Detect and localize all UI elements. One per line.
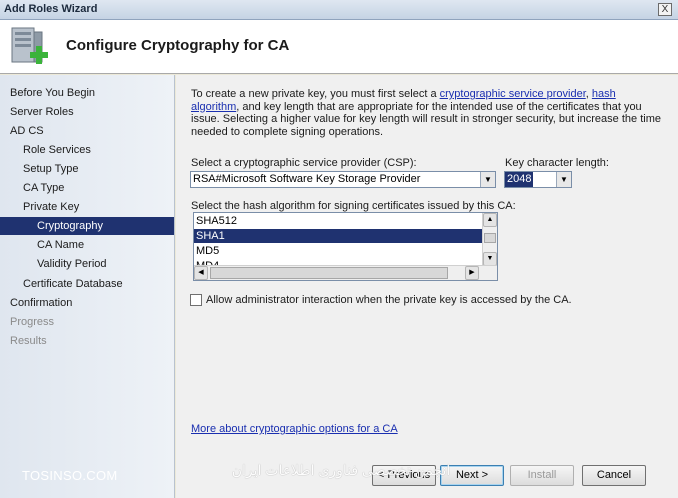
key-length-label: Key character length: <box>505 157 609 169</box>
title-bar: Add Roles Wizard X <box>0 0 678 20</box>
intro-text-part1: To create a new private key, you must fi… <box>191 88 440 100</box>
sidebar-item-ad-cs[interactable]: AD CS <box>10 122 44 140</box>
sidebar-item-before-you-begin[interactable]: Before You Begin <box>10 84 95 102</box>
server-add-icon <box>11 27 48 64</box>
intro-text-part3: , and key length that are appropriate fo… <box>191 100 661 138</box>
sidebar-item-certificate-database[interactable]: Certificate Database <box>23 275 123 293</box>
chevron-down-icon[interactable]: ▼ <box>556 172 571 187</box>
hash-algorithm-list[interactable]: SHA512 SHA1 MD5 MD4 ▲ ▼ ◀ ▶ <box>193 212 498 281</box>
close-button[interactable]: X <box>658 3 672 16</box>
key-length-value: 2048 <box>505 172 534 187</box>
sidebar-item-role-services[interactable]: Role Services <box>23 141 91 159</box>
scroll-left-icon[interactable]: ◀ <box>194 266 208 280</box>
sidebar-item-cryptography[interactable]: Cryptography <box>0 217 174 235</box>
sidebar-item-setup-type[interactable]: Setup Type <box>23 160 78 178</box>
list-item[interactable]: SHA512 <box>194 214 482 228</box>
chevron-down-icon[interactable]: ▼ <box>480 172 495 187</box>
list-item[interactable]: MD5 <box>194 244 482 258</box>
sidebar-item-server-roles[interactable]: Server Roles <box>10 103 74 121</box>
key-length-dropdown[interactable]: 2048 ▼ <box>504 171 572 188</box>
sidebar-item-validity-period[interactable]: Validity Period <box>37 255 107 273</box>
scroll-down-icon[interactable]: ▼ <box>483 252 497 266</box>
wizard-header: Configure Cryptography for CA <box>0 20 678 74</box>
scroll-right-icon[interactable]: ▶ <box>465 266 479 280</box>
watermark-left: TOSINSO.COM <box>22 468 118 483</box>
sidebar-item-progress: Progress <box>10 316 55 328</box>
more-about-crypto-link[interactable]: More about cryptographic options for a C… <box>191 423 398 435</box>
scroll-thumb[interactable] <box>484 233 496 243</box>
scroll-thumb[interactable] <box>210 267 448 279</box>
allow-interaction-label[interactable]: Allow administrator interaction when the… <box>206 294 572 306</box>
sidebar-item-confirmation[interactable]: Confirmation <box>10 294 72 312</box>
window-title: Add Roles Wizard <box>4 3 98 15</box>
install-button: Install <box>510 465 574 486</box>
csp-help-link[interactable]: cryptographic service provider <box>440 88 586 100</box>
intro-text: To create a new private key, you must fi… <box>191 88 661 138</box>
hash-label: Select the hash algorithm for signing ce… <box>191 200 516 212</box>
horizontal-scrollbar[interactable]: ◀ ▶ <box>194 265 497 280</box>
page-title: Configure Cryptography for CA <box>66 37 290 54</box>
list-item-selected[interactable]: SHA1 <box>194 229 482 243</box>
allow-interaction-checkbox[interactable] <box>190 294 202 306</box>
sidebar-item-ca-type[interactable]: CA Type <box>23 179 64 197</box>
cancel-button[interactable]: Cancel <box>582 465 646 486</box>
watermark-right: انجمن تخصصی فناوری اطلاعات ایران <box>231 462 451 478</box>
sidebar-item-private-key[interactable]: Private Key <box>23 198 79 216</box>
csp-dropdown[interactable]: RSA#Microsoft Software Key Storage Provi… <box>190 171 496 188</box>
sidebar-item-results: Results <box>10 335 47 347</box>
wizard-steps-sidebar: Before You Begin Server Roles AD CS Role… <box>0 75 175 498</box>
csp-dropdown-value: RSA#Microsoft Software Key Storage Provi… <box>193 173 421 185</box>
csp-label: Select a cryptographic service provider … <box>191 157 417 169</box>
sidebar-item-ca-name[interactable]: CA Name <box>37 236 84 254</box>
vertical-scrollbar[interactable]: ▲ ▼ <box>482 213 497 266</box>
scroll-up-icon[interactable]: ▲ <box>483 213 497 227</box>
